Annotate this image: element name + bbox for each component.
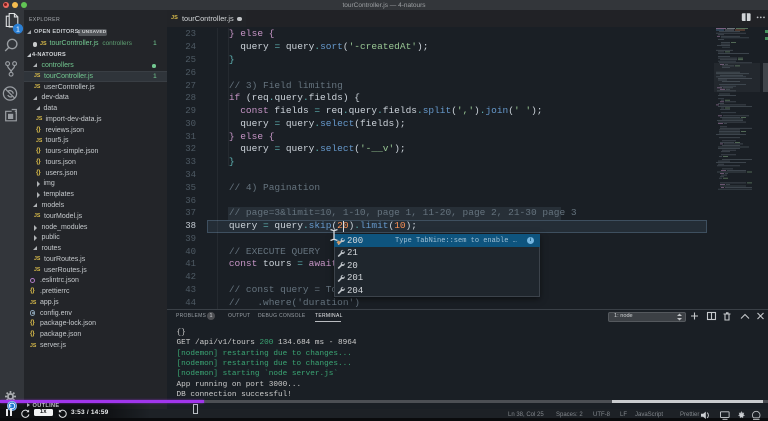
svg-text:1: 1 (16, 26, 20, 33)
